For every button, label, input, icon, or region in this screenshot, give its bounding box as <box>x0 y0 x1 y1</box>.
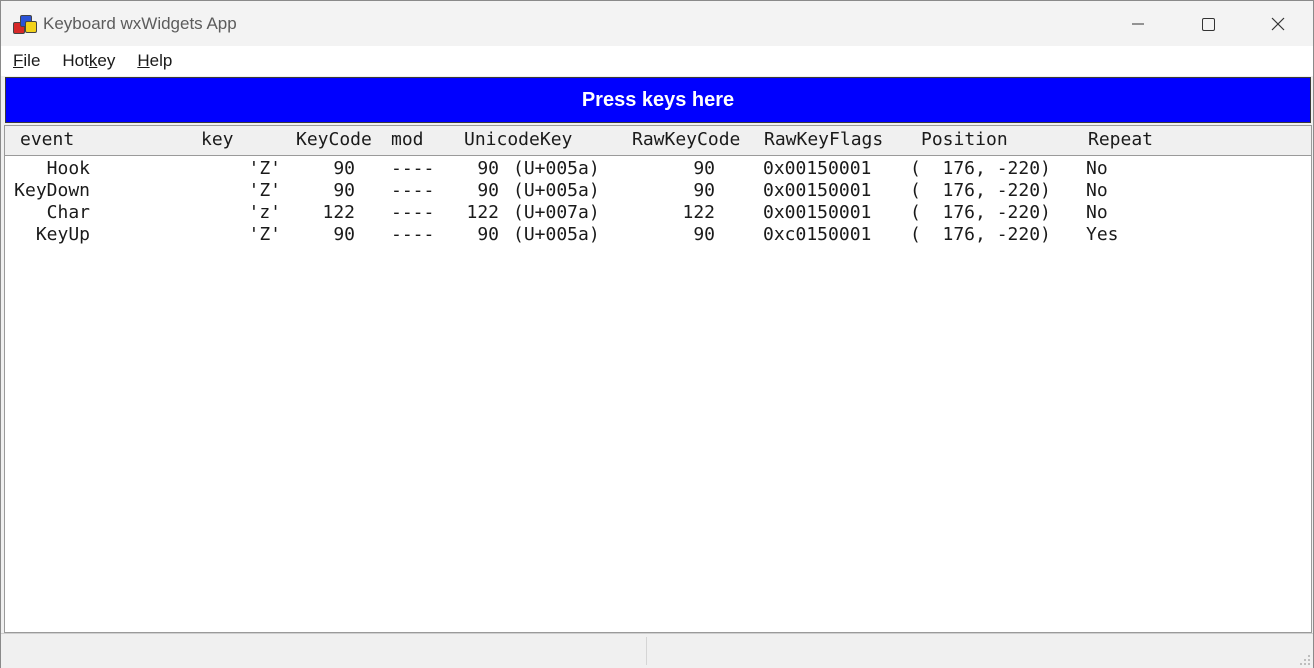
cell-keycode: 90 <box>333 180 355 201</box>
log-row: KeyDown 'Z' 90 ---- 90 (U+005a) 90 0x00150001 ( … <box>5 180 1311 202</box>
cell-rawkeycode: 122 <box>682 202 715 223</box>
header-rawkeycode: RawKeyCode <box>632 129 741 150</box>
cell-repeat: No <box>1086 158 1108 179</box>
cell-unicode-hex: (U+005a) <box>513 180 600 201</box>
app-window: Keyboard wxWidgets App File Hotkey Help … <box>0 0 1314 668</box>
window-title: Keyboard wxWidgets App <box>43 13 237 33</box>
event-log-panel[interactable]: event key KeyCode mod UnicodeKey RawKeyC… <box>4 125 1312 633</box>
maximize-icon <box>1202 17 1215 31</box>
cell-unicode-code: 90 <box>477 224 499 245</box>
cell-keycode: 90 <box>333 158 355 179</box>
menu-bar: File Hotkey Help <box>1 46 1313 76</box>
cell-key: 'Z' <box>248 180 281 201</box>
status-bar <box>1 633 1313 668</box>
cell-unicode-hex: (U+007a) <box>513 202 600 223</box>
header-unicode: UnicodeKey <box>464 129 573 150</box>
cell-rawkeycode: 90 <box>693 180 715 201</box>
header-keycode: KeyCode <box>296 129 372 150</box>
cell-position: ( 176, -220) <box>910 224 1051 245</box>
log-row: KeyUp 'Z' 90 ---- 90 (U+005a) 90 0xc0150001 ( 17… <box>5 224 1311 246</box>
header-event: event <box>20 129 75 150</box>
cell-rawkeycode: 90 <box>693 158 715 179</box>
log-header: event key KeyCode mod UnicodeKey RawKeyC… <box>5 126 1311 156</box>
close-button[interactable] <box>1243 1 1313 46</box>
cell-event: KeyUp <box>35 224 90 245</box>
header-repeat: Repeat <box>1088 129 1154 150</box>
cell-event: Hook <box>46 158 90 179</box>
cell-repeat: No <box>1086 202 1108 223</box>
menu-file[interactable]: File <box>13 51 40 71</box>
cell-event: Char <box>46 202 90 223</box>
cell-event: KeyDown <box>14 180 90 201</box>
menu-hotkey[interactable]: Hotkey <box>62 51 115 71</box>
close-icon <box>1271 17 1285 30</box>
minimize-button[interactable] <box>1103 1 1173 46</box>
header-position: Position <box>921 129 1008 150</box>
cell-unicode-hex: (U+005a) <box>513 224 600 245</box>
wx-app-icon <box>13 14 37 34</box>
cell-unicode-code: 90 <box>477 158 499 179</box>
cell-keycode: 90 <box>333 224 355 245</box>
cell-rawflags: 0x00150001 <box>763 202 872 223</box>
status-field-2 <box>647 637 1307 665</box>
cell-unicode-hex: (U+005a) <box>513 158 600 179</box>
log-row: Char 'z' 122 ---- 122 (U+007a) 122 0x00150001 ( … <box>5 202 1311 224</box>
cell-position: ( 176, -220) <box>910 180 1051 201</box>
maximize-button[interactable] <box>1173 1 1243 46</box>
cell-unicode-code: 90 <box>477 180 499 201</box>
cell-repeat: No <box>1086 180 1108 201</box>
cell-key: 'Z' <box>248 224 281 245</box>
cell-key: 'Z' <box>248 158 281 179</box>
cell-mod: ---- <box>391 158 435 179</box>
resize-grip-icon[interactable] <box>1299 654 1311 666</box>
header-mod: mod <box>391 129 424 150</box>
cell-mod: ---- <box>391 224 435 245</box>
press-keys-banner[interactable]: Press keys here <box>5 77 1311 123</box>
status-field-1 <box>1 637 647 665</box>
cell-rawkeycode: 90 <box>693 224 715 245</box>
cell-position: ( 176, -220) <box>910 158 1051 179</box>
cell-mod: ---- <box>391 202 435 223</box>
cell-key: 'z' <box>248 202 281 223</box>
log-row: Hook 'Z' 90 ---- 90 (U+005a) 90 0x00150001 ( 176… <box>5 158 1311 180</box>
cell-position: ( 176, -220) <box>910 202 1051 223</box>
cell-rawflags: 0x00150001 <box>763 180 872 201</box>
cell-mod: ---- <box>391 180 435 201</box>
title-bar[interactable]: Keyboard wxWidgets App <box>1 1 1313 46</box>
cell-rawflags: 0x00150001 <box>763 158 872 179</box>
header-rawflags: RawKeyFlags <box>764 129 884 150</box>
menu-help[interactable]: Help <box>137 51 172 71</box>
minimize-icon <box>1132 23 1144 24</box>
header-key: key <box>201 129 234 150</box>
cell-repeat: Yes <box>1086 224 1119 245</box>
cell-keycode: 122 <box>322 202 355 223</box>
cell-rawflags: 0xc0150001 <box>763 224 872 245</box>
cell-unicode-code: 122 <box>466 202 499 223</box>
